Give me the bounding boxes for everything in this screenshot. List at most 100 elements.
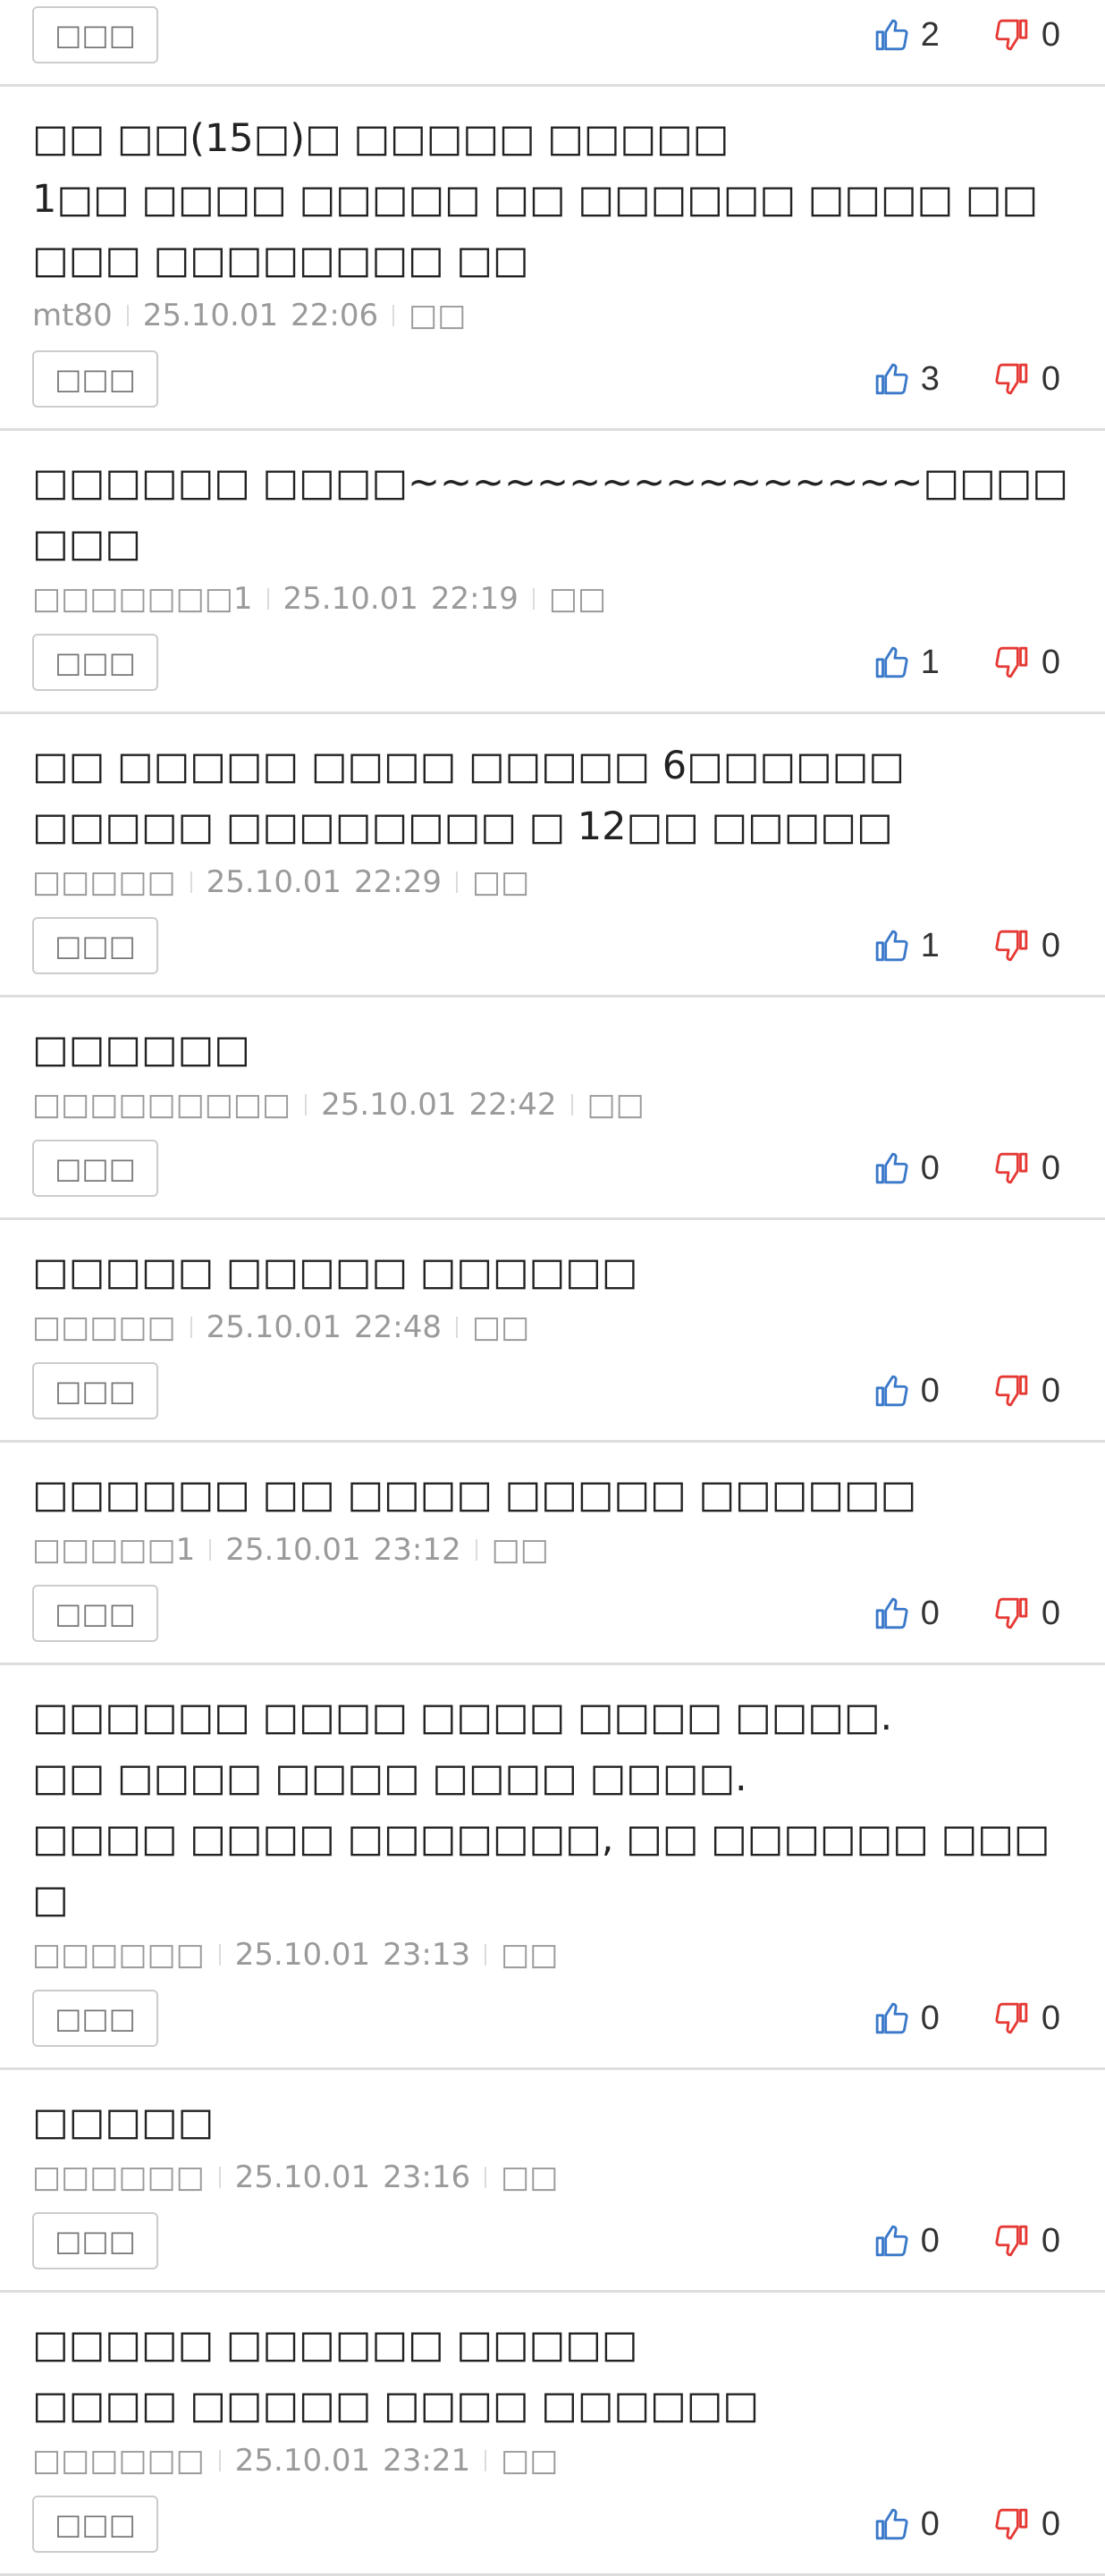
reply-button[interactable]: □□□ [32,2496,158,2553]
comment-author[interactable]: □□□□□□ [32,2439,205,2482]
comment-date: 25.10.01 [234,2159,371,2195]
report-link[interactable]: □□ [472,861,529,904]
report-link[interactable]: □□ [501,1933,558,1976]
vote-group: 0 0 [874,1999,1060,2038]
thumbs-down-icon [995,1597,1028,1629]
dislike-button[interactable]: 0 [995,927,1060,965]
thumbs-up-icon [875,646,908,678]
dislike-button[interactable]: 0 [995,360,1060,399]
report-link[interactable]: □□ [492,1528,549,1571]
comment-author[interactable]: □□□□□□ [32,1933,205,1976]
comment-time: 23:13 [383,1937,471,1973]
comment-actions: □□□ 2 0 [32,5,1073,64]
comment-meta: □□□□□ 25.10.01 22:29 □□ [32,861,1073,904]
dislike-button[interactable]: 0 [995,16,1060,55]
dislike-count: 0 [1041,1371,1060,1410]
comment-date: 25.10.01 [225,1532,361,1568]
meta-divider [485,1944,487,1966]
vote-group: 0 0 [874,2505,1060,2544]
dislike-count: 0 [1041,926,1060,964]
comment-text: □□□□□ □□□□□□ □□□□□ □□□□ □□□□□ □□□□ □□□□□… [32,2322,759,2428]
like-button[interactable]: 0 [874,1149,940,1188]
meta-divider [305,1094,308,1115]
comment-text: □□ □□(15□)□ □□□□□ □□□□□ 1□□ □□□□ □□□□□ □… [32,116,1039,282]
like-button[interactable]: 2 [874,16,940,55]
reply-button[interactable]: □□□ [32,1362,158,1419]
thumbs-up-icon [875,2225,908,2257]
dislike-count: 0 [1041,2504,1060,2543]
reply-button[interactable]: □□□ [32,634,158,691]
report-link[interactable]: □□ [501,2439,558,2482]
thumbs-down-icon [995,2508,1028,2540]
like-button[interactable]: 1 [874,644,940,682]
thumbs-down-icon [995,2002,1028,2034]
comment-item: □□□□□ □□□□□ □□□□□□ □□□□□ 25.10.01 22:48 … [0,1220,1105,1443]
thumbs-up-icon [875,930,908,962]
reply-button[interactable]: □□□ [32,917,158,974]
like-button[interactable]: 0 [874,1372,940,1410]
dislike-button[interactable]: 0 [995,1372,1060,1410]
thumbs-up-icon [875,1597,908,1629]
comment-item: □□□□□ □□□□□□ □□□□□ □□□□ □□□□□ □□□□ □□□□□… [0,2293,1105,2576]
comment-actions: □□□ 0 0 [32,2211,1073,2270]
dislike-button[interactable]: 0 [995,644,1060,682]
reply-button[interactable]: □□□ [32,1585,158,1642]
thumbs-down-icon [995,1375,1028,1407]
dislike-button[interactable]: 0 [995,1149,1060,1188]
comment-date: 25.10.01 [234,1937,371,1973]
comment-date: 25.10.01 [321,1087,457,1123]
like-button[interactable]: 0 [874,1595,940,1633]
dislike-button[interactable]: 0 [995,2222,1060,2260]
report-link[interactable]: □□ [472,1306,529,1349]
report-link[interactable]: □□ [587,1083,645,1126]
like-count: 1 [920,926,940,964]
comment-date: 25.10.01 [206,864,342,900]
meta-divider [218,1944,221,1966]
comment-date: 25.10.01 [142,298,279,333]
like-button[interactable]: 0 [874,1999,940,2038]
thumbs-down-icon [995,646,1028,678]
comment-actions: □□□ 1 0 [32,633,1073,692]
like-button[interactable]: 3 [874,360,940,399]
comment-meta: □□□□□□□□□ 25.10.01 22:42 □□ [32,1083,1073,1126]
reply-button[interactable]: □□□ [32,2212,158,2269]
dislike-button[interactable]: 0 [995,2505,1060,2544]
comment-meta: □□□□□□ 25.10.01 23:21 □□ [32,2439,1073,2482]
vote-group: 3 0 [874,360,1060,399]
comment-item: □□□□□□ □□ □□□□ □□□□□ □□□□□□ □□□□□1 25.10… [0,1443,1105,1665]
dislike-count: 0 [1041,1149,1060,1187]
like-count: 0 [920,2221,940,2260]
like-button[interactable]: 0 [874,2222,940,2260]
dislike-count: 0 [1041,359,1060,398]
comment-date: 25.10.01 [283,581,418,617]
meta-divider [475,1539,477,1561]
report-link[interactable]: □□ [409,294,466,337]
thumbs-down-icon [995,19,1028,51]
comment-item: □□□□□□ □□□□~~~~~~~~~~~~~~~~□□□□□□□ □□□□□… [0,431,1105,714]
comment-time: 23:21 [383,2443,471,2479]
comment-text: □□□□□ □□□□□ □□□□□□ [32,1250,638,1294]
reply-button[interactable]: □□□ [32,350,158,408]
comment-author[interactable]: □□□□□1 [32,1528,195,1571]
comment-author[interactable]: □□□□□□□1 [32,577,253,620]
reply-button[interactable]: □□□ [32,6,158,63]
comment-author[interactable]: □□□□□ [32,861,176,904]
like-button[interactable]: 0 [874,2505,940,2544]
comment-author[interactable]: mt80 [32,294,113,337]
meta-divider [456,1317,459,1338]
comment-author[interactable]: □□□□□□□□□ [32,1083,291,1126]
like-button[interactable]: 1 [874,927,940,965]
report-link[interactable]: □□ [501,2156,558,2199]
comment-time: 22:42 [468,1087,557,1123]
comment-time: 23:12 [373,1532,461,1568]
thumbs-up-icon [875,19,908,51]
report-link[interactable]: □□ [549,577,606,620]
reply-button[interactable]: □□□ [32,1140,158,1197]
dislike-button[interactable]: 0 [995,1999,1060,2038]
thumbs-up-icon [875,1152,908,1184]
comment-author[interactable]: □□□□□ [32,1306,176,1349]
reply-button[interactable]: □□□ [32,1990,158,2047]
comment-author[interactable]: □□□□□□ [32,2156,205,2199]
dislike-button[interactable]: 0 [995,1595,1060,1633]
comment-text: □□□□□□ □□□□~~~~~~~~~~~~~~~~□□□□□□□ [32,460,1068,566]
